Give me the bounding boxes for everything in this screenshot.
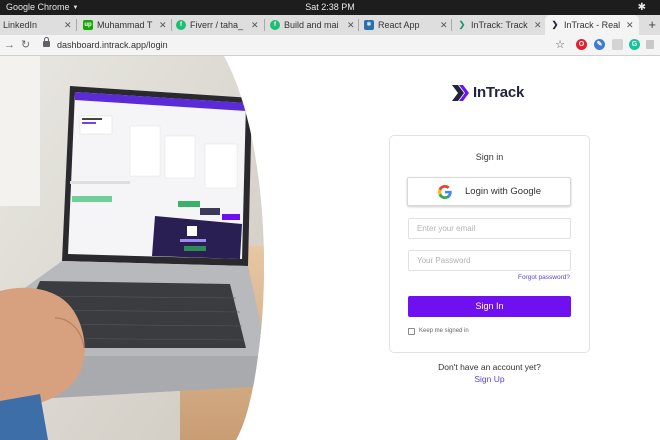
new-tab-button[interactable]: + [648,15,656,35]
close-icon[interactable]: ✕ [534,15,542,35]
lock-icon [43,37,50,47]
tab-label: React App [378,20,420,30]
tab-label: InTrack - Real [564,20,621,30]
intrack-chevron-logo-icon [452,85,469,101]
tab-react-app[interactable]: ⚛ React App ✕ [359,15,452,35]
fiverr-favicon-icon: f [270,20,280,30]
close-icon[interactable]: ✕ [347,15,355,35]
password-field[interactable] [408,250,571,271]
forgot-password-link[interactable]: Forgot password? [518,274,570,281]
tab-upwork[interactable]: up Muhammad T ✕ [77,15,172,35]
tab-linkedin[interactable]: LinkedIn ✕ [0,15,77,35]
tab-label: Muhammad T [97,20,153,30]
tab-label: InTrack: Track [471,20,528,30]
login-card: Sign in Login with Google Forgot passwor… [389,135,590,353]
intrack-favicon-icon: ❯ [551,20,559,29]
fiverr-favicon-icon: f [176,20,186,30]
system-top-bar: Google Chrome ▼ Sat 2:38 PM ✱ [0,0,660,15]
tab-fiverr-build[interactable]: f Build and mai ✕ [265,15,359,35]
grammarly-icon[interactable]: G [629,39,640,50]
login-title: Sign in [475,152,504,162]
close-icon[interactable]: ✕ [64,15,72,35]
clock[interactable]: Sat 2:38 PM [0,0,660,15]
hero-laptop-image [0,56,268,440]
slack-icon[interactable]: ✱ [638,0,646,15]
upwork-favicon-icon: up [83,20,93,30]
brand-name: InTrack [473,84,525,101]
remember-me-label: Keep me signed in [419,328,469,334]
close-icon[interactable]: ✕ [159,15,167,35]
intrack-favicon-icon: ❯ [458,20,466,29]
tab-intrack-real-active[interactable]: ❯ InTrack - Real ✕ [545,15,639,35]
laptop-photo-illustration [0,56,265,440]
remember-me-checkbox[interactable] [408,328,415,335]
colorpick-icon[interactable]: ✎ [594,39,605,50]
navigation-bar: → ↻ dashboard.intrack.app/login ☆ O ✎ G [0,35,660,56]
close-icon[interactable]: ✕ [440,15,448,35]
extension-grey-icon[interactable] [612,39,623,50]
tab-strip: LinkedIn ✕ up Muhammad T ✕ f Fiverr / ta… [0,15,660,35]
reload-icon[interactable]: ↻ [21,35,30,55]
google-login-label: Login with Google [465,186,542,197]
extension-square-icon[interactable] [646,40,654,49]
login-page: InTrack Sign in Login with Google Forgot… [0,56,660,440]
email-field[interactable] [408,218,571,239]
bookmark-star-icon[interactable]: ☆ [555,37,565,53]
no-account-text: Don't have an account yet? [438,362,541,372]
sign-up-link[interactable]: Sign Up [389,374,590,384]
react-favicon-icon: ⚛ [364,20,374,30]
tab-label: LinkedIn [3,20,38,30]
sign-in-button[interactable]: Sign In [408,296,571,317]
forward-arrow-icon[interactable]: → [4,35,15,55]
url-text[interactable]: dashboard.intrack.app/login [57,37,168,53]
tab-fiverr[interactable]: f Fiverr / taha_ ✕ [172,15,265,35]
google-icon [438,185,452,199]
tab-label: Build and mai [284,20,339,30]
close-icon[interactable]: ✕ [251,15,259,35]
tab-label: Fiverr / taha_ [190,20,244,30]
tab-intrack-track[interactable]: ❯ InTrack: Track ✕ [452,15,544,35]
google-login-button[interactable]: Login with Google [407,177,571,206]
address-bar[interactable]: dashboard.intrack.app/login ☆ [38,37,570,53]
opera-icon[interactable]: O [576,39,587,50]
close-icon[interactable]: ✕ [626,15,634,35]
